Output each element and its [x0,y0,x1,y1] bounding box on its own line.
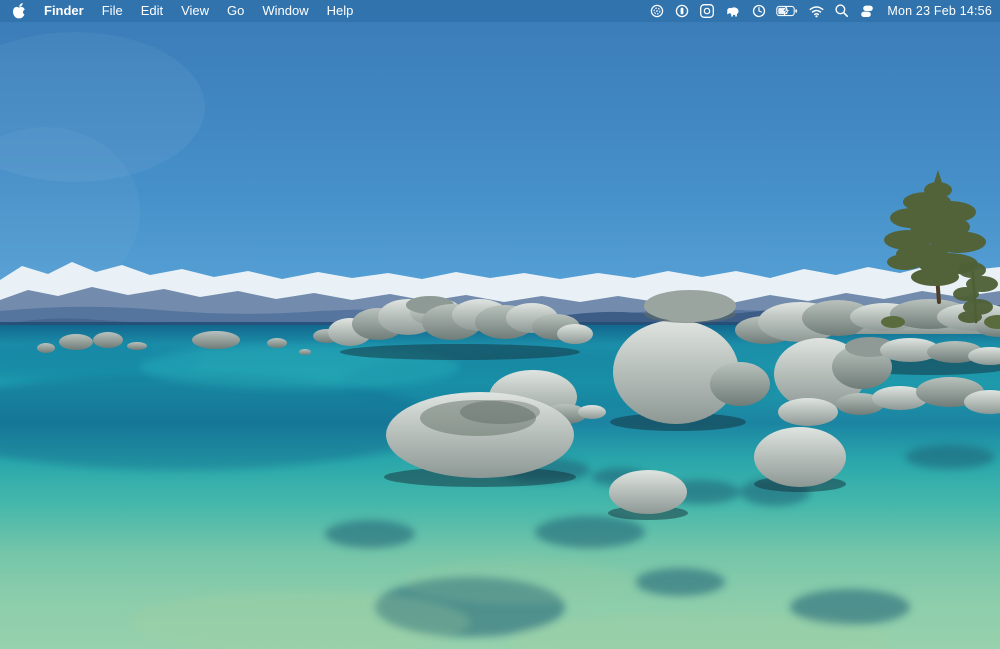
menu-item-file[interactable]: File [93,0,132,22]
camera-square-icon[interactable] [694,0,719,22]
spotlight-search-icon[interactable] [829,0,854,22]
menu-bar-status-area: Mon 23 Feb 14:56 [644,0,992,22]
menu-item-help[interactable]: Help [318,0,363,22]
menu-item-view[interactable]: View [172,0,218,22]
circle-keyhole-icon[interactable] [669,0,694,22]
time-machine-clock-icon[interactable] [746,0,771,22]
menu-bar-left: Finder File Edit View Go Window Help [10,0,362,22]
menu-item-finder[interactable]: Finder [35,0,93,22]
elephant-icon[interactable] [719,0,746,22]
menu-item-go[interactable]: Go [218,0,253,22]
menu-bar-clock[interactable]: Mon 23 Feb 14:56 [887,4,992,18]
menu-bar: Finder File Edit View Go Window Help [0,0,1000,22]
control-center-icon[interactable] [854,0,879,22]
gear-circle-icon[interactable] [644,0,669,22]
battery-charging-icon[interactable] [771,0,803,22]
menu-item-window[interactable]: Window [253,0,317,22]
apple-menu-button[interactable] [10,0,35,22]
menu-item-edit[interactable]: Edit [132,0,172,22]
wifi-icon[interactable] [803,0,829,22]
desktop: Finder File Edit View Go Window Help [0,0,1000,649]
apple-logo-icon [12,2,27,20]
wallpaper-image [0,22,1000,649]
